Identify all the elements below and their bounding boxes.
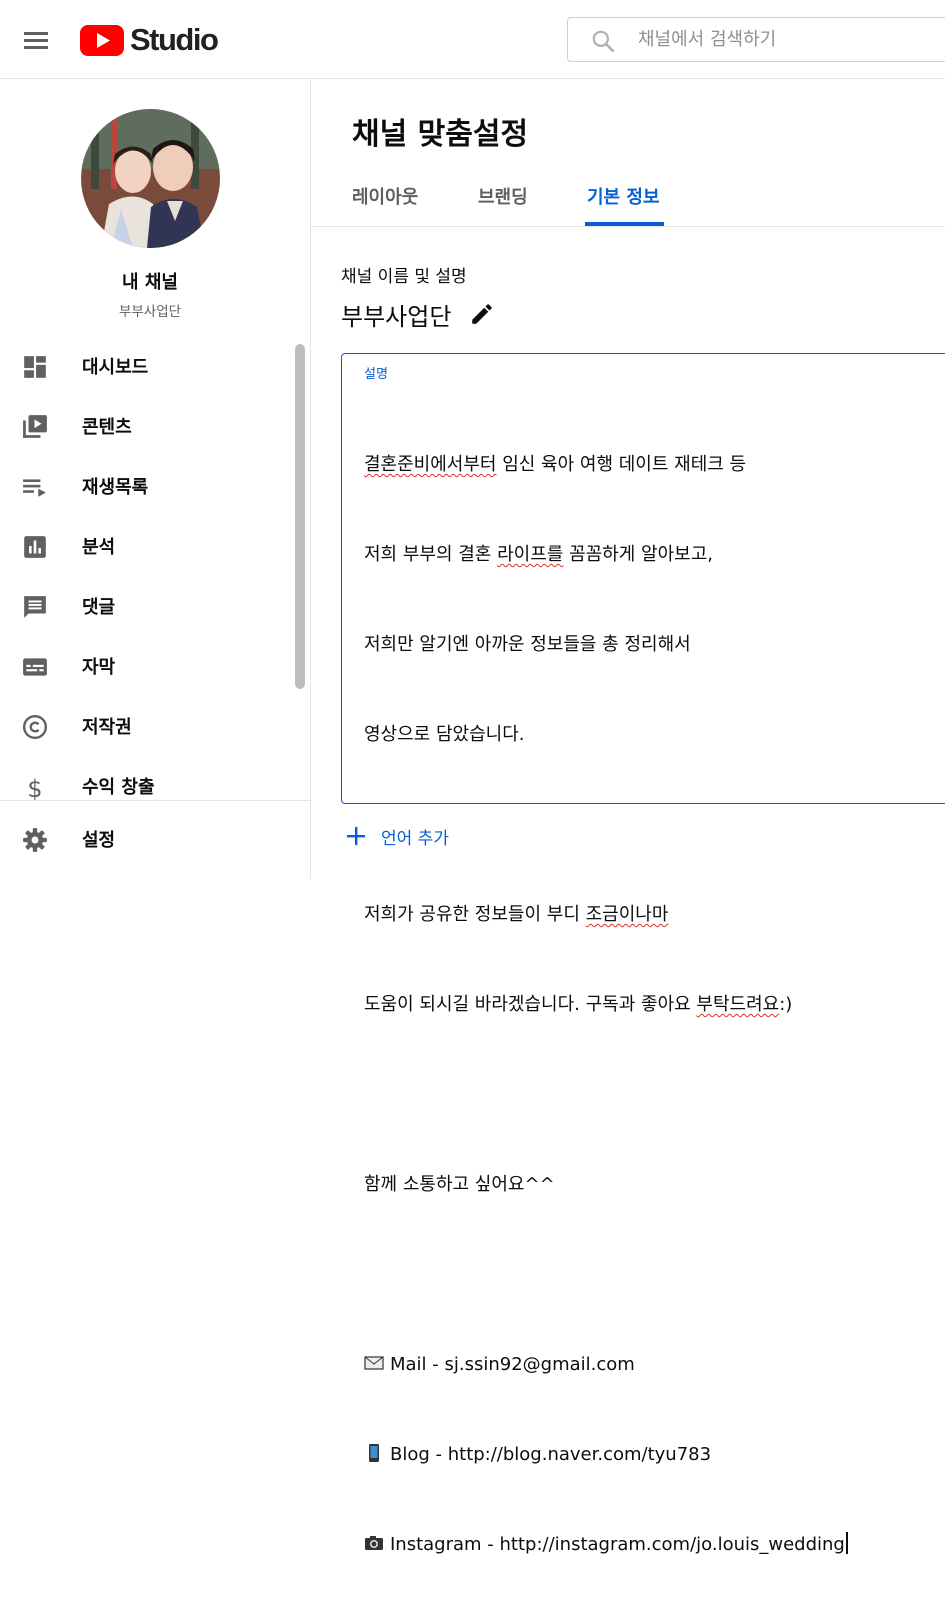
sidebar-item-copyright[interactable]: 저작권 — [0, 697, 296, 757]
active-tab-indicator — [585, 222, 664, 226]
analytics-icon — [24, 536, 46, 558]
sidebar-item-label: 자막 — [82, 657, 116, 678]
description-line — [364, 810, 944, 840]
sidebar-item-label: 분석 — [82, 537, 116, 558]
section-label: 채널 이름 및 설명 — [341, 267, 467, 287]
sidebar-item-subtitles[interactable]: 자막 — [0, 637, 296, 697]
playlist-icon — [23, 479, 46, 497]
description-line: Instagram - http://instagram.com/jo.loui… — [364, 1530, 944, 1560]
channel-title: 내 채널 — [122, 272, 178, 293]
description-line: 도움이 되시길 바라겠습니다. 구독과 좋아요 부탁드려요:) — [364, 994, 793, 1015]
tab-basic-info[interactable]: 기본 정보 — [587, 183, 660, 209]
youtube-studio-logo[interactable]: Studio — [80, 22, 219, 58]
description-line: 함께 소통하고 싶어요^^ — [364, 1174, 555, 1195]
description-line: 영상으로 담았습니다. — [364, 724, 525, 745]
sidebar-item-label: 대시보드 — [82, 357, 149, 378]
sidebar-scrollbar[interactable] — [295, 344, 305, 689]
tab-bar: 레이아웃 브랜딩 기본 정보 — [311, 164, 945, 227]
sidebar-item-label: 수익 창출 — [82, 777, 155, 798]
search-box[interactable] — [567, 17, 945, 62]
add-language-label: 언어 추가 — [381, 828, 449, 849]
dollar-icon: $ — [27, 775, 42, 800]
camera-icon — [365, 1536, 383, 1550]
search-input[interactable] — [638, 18, 945, 61]
tab-branding[interactable]: 브랜딩 — [478, 183, 528, 209]
description-line: 결혼준비에서부터 임신 육아 여행 데이트 재테크 등 — [364, 454, 747, 475]
description-line — [364, 1080, 944, 1110]
description-text[interactable]: 결혼준비에서부터 임신 육아 여행 데이트 재테크 등 저희 부부의 결혼 라이… — [364, 390, 944, 1620]
channel-name-row: 부부사업단 — [341, 297, 495, 331]
search-icon[interactable] — [590, 28, 616, 54]
page-title: 채널 맞춤설정 — [352, 117, 529, 152]
youtube-play-icon — [80, 24, 124, 56]
description-line — [364, 1260, 944, 1290]
copyright-icon — [22, 714, 48, 740]
channel-subtitle: 부부사업단 — [118, 304, 182, 320]
sidebar-item-playlists[interactable]: 재생목록 — [0, 457, 296, 517]
add-language-button[interactable]: 언어 추가 — [345, 823, 449, 849]
description-line: Mail - sj.ssin92@gmail.com — [364, 1350, 944, 1380]
subtitles-icon — [23, 658, 47, 676]
sidebar-item-label: 댓글 — [82, 597, 116, 618]
text-cursor — [845, 1532, 848, 1554]
main-content: 채널 맞춤설정 레이아웃 브랜딩 기본 정보 채널 이름 및 설명 부부사업단 … — [311, 79, 945, 1555]
sidebar-item-label: 콘텐츠 — [82, 417, 132, 438]
tab-layout[interactable]: 레이아웃 — [352, 183, 418, 209]
channel-avatar[interactable] — [81, 109, 220, 248]
comments-icon — [24, 596, 46, 618]
envelope-icon — [364, 1356, 384, 1370]
dashboard-icon — [24, 356, 46, 378]
sidebar-item-label: 저작권 — [82, 717, 132, 738]
plus-icon — [347, 827, 365, 845]
channel-name: 부부사업단 — [341, 302, 452, 331]
sidebar-item-settings[interactable]: 설정 — [0, 800, 310, 879]
hamburger-menu-icon[interactable] — [14, 22, 58, 58]
gear-icon — [23, 828, 47, 852]
top-bar: Studio — [0, 0, 945, 79]
description-line: 저희가 공유한 정보들이 부디 조금이나마 — [364, 904, 669, 925]
description-line: 저희 부부의 결혼 라이프를 꼼꼼하게 알아보고, — [364, 544, 713, 565]
description-label: 설명 — [364, 367, 388, 382]
sidebar-item-content[interactable]: 콘텐츠 — [0, 397, 296, 457]
mobile-phone-icon — [369, 1444, 379, 1462]
pencil-icon[interactable] — [469, 301, 495, 327]
logo-text: Studio — [130, 22, 219, 57]
description-line: 저희만 알기엔 아까운 정보들을 총 정리해서 — [364, 634, 691, 655]
content-icon — [23, 415, 47, 438]
sidebar-item-label: 설정 — [82, 830, 116, 851]
description-line: Blog - http://blog.naver.com/tyu783 — [364, 1440, 944, 1470]
svg-text:$: $ — [27, 775, 42, 800]
sidebar-item-label: 재생목록 — [82, 477, 149, 498]
sidebar-item-comments[interactable]: 댓글 — [0, 577, 296, 637]
description-textarea[interactable]: 설명 결혼준비에서부터 임신 육아 여행 데이트 재테크 등 저희 부부의 결혼… — [341, 353, 945, 1555]
sidebar-item-analytics[interactable]: 분석 — [0, 517, 296, 577]
sidebar: 내 채널 부부사업단 대시보드 콘텐츠 재생목록 분석 댓글 자막 저작권 $ … — [0, 79, 311, 879]
sidebar-item-dashboard[interactable]: 대시보드 — [0, 337, 296, 397]
